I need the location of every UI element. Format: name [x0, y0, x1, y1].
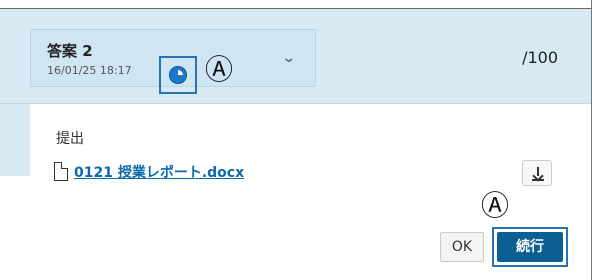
status-icon-highlight[interactable]	[159, 56, 197, 94]
continue-button-highlight[interactable]: 続行	[492, 227, 568, 267]
version-dropdown[interactable]: 答案 2 16/01/25 18:17 Ⓐ ⌄	[30, 29, 316, 94]
download-button[interactable]	[522, 160, 552, 186]
submission-file-link[interactable]: 0121 授業レポート.docx	[74, 162, 244, 182]
chevron-down-icon: ⌄	[281, 50, 297, 66]
left-accent-strip	[0, 104, 30, 176]
submission-header: 答案 2 16/01/25 18:17 Ⓐ ⌄ /100	[0, 9, 592, 104]
document-icon	[54, 162, 68, 181]
download-icon	[532, 179, 544, 181]
submission-label: 提出	[56, 131, 84, 147]
top-border	[0, 0, 592, 9]
continue-button[interactable]: 続行	[497, 232, 563, 262]
score-total: /100	[522, 48, 558, 67]
progress-pie-icon	[169, 66, 187, 84]
version-date: 16/01/25 18:17	[47, 64, 132, 77]
ok-button[interactable]: OK	[440, 232, 484, 262]
submission-panel: 提出 0121 授業レポート.docx Ⓐ OK 続行	[30, 104, 592, 280]
version-title: 答案 2	[47, 42, 93, 60]
annotation-marker-a: Ⓐ	[205, 53, 234, 86]
annotation-marker-a-2: Ⓐ	[481, 189, 510, 222]
